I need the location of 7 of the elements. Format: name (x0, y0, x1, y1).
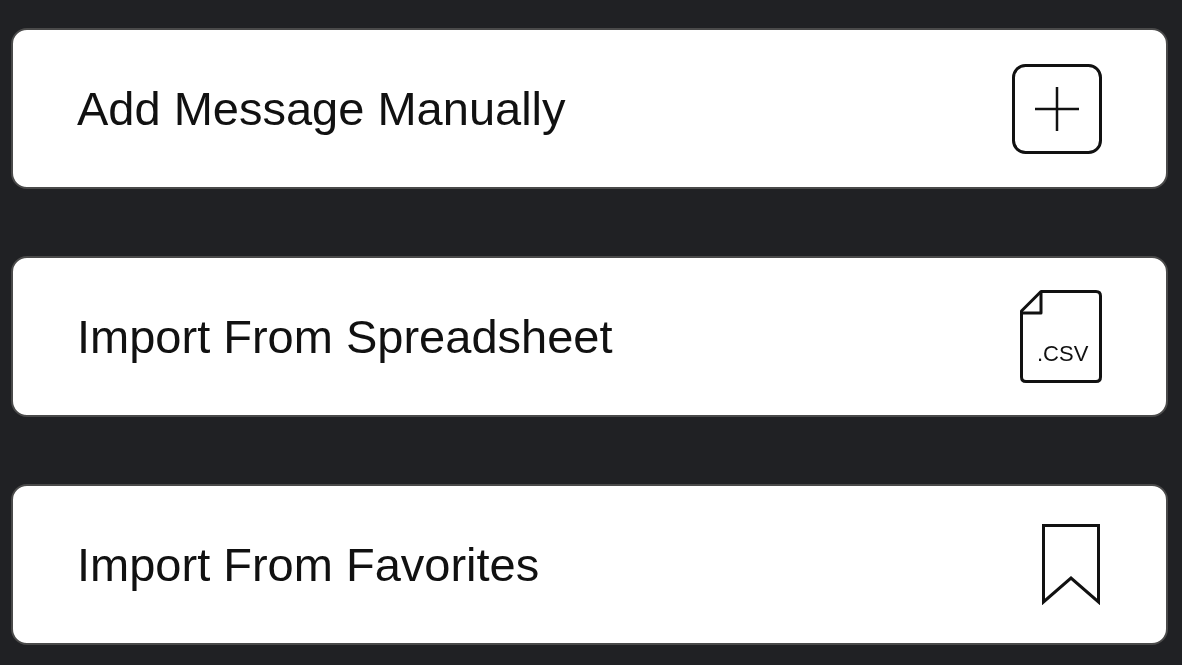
file-icon (1020, 290, 1102, 383)
bookmark-icon (1042, 524, 1100, 605)
file-type-label: .CSV (1037, 343, 1089, 365)
menu-option[interactable]: Import From Spreadsheet .CSV (11, 256, 1168, 417)
menu-option[interactable]: Import From Favorites (11, 484, 1168, 645)
menu-option[interactable]: Add Message Manually (11, 28, 1168, 189)
plus-square-icon (1012, 63, 1102, 154)
